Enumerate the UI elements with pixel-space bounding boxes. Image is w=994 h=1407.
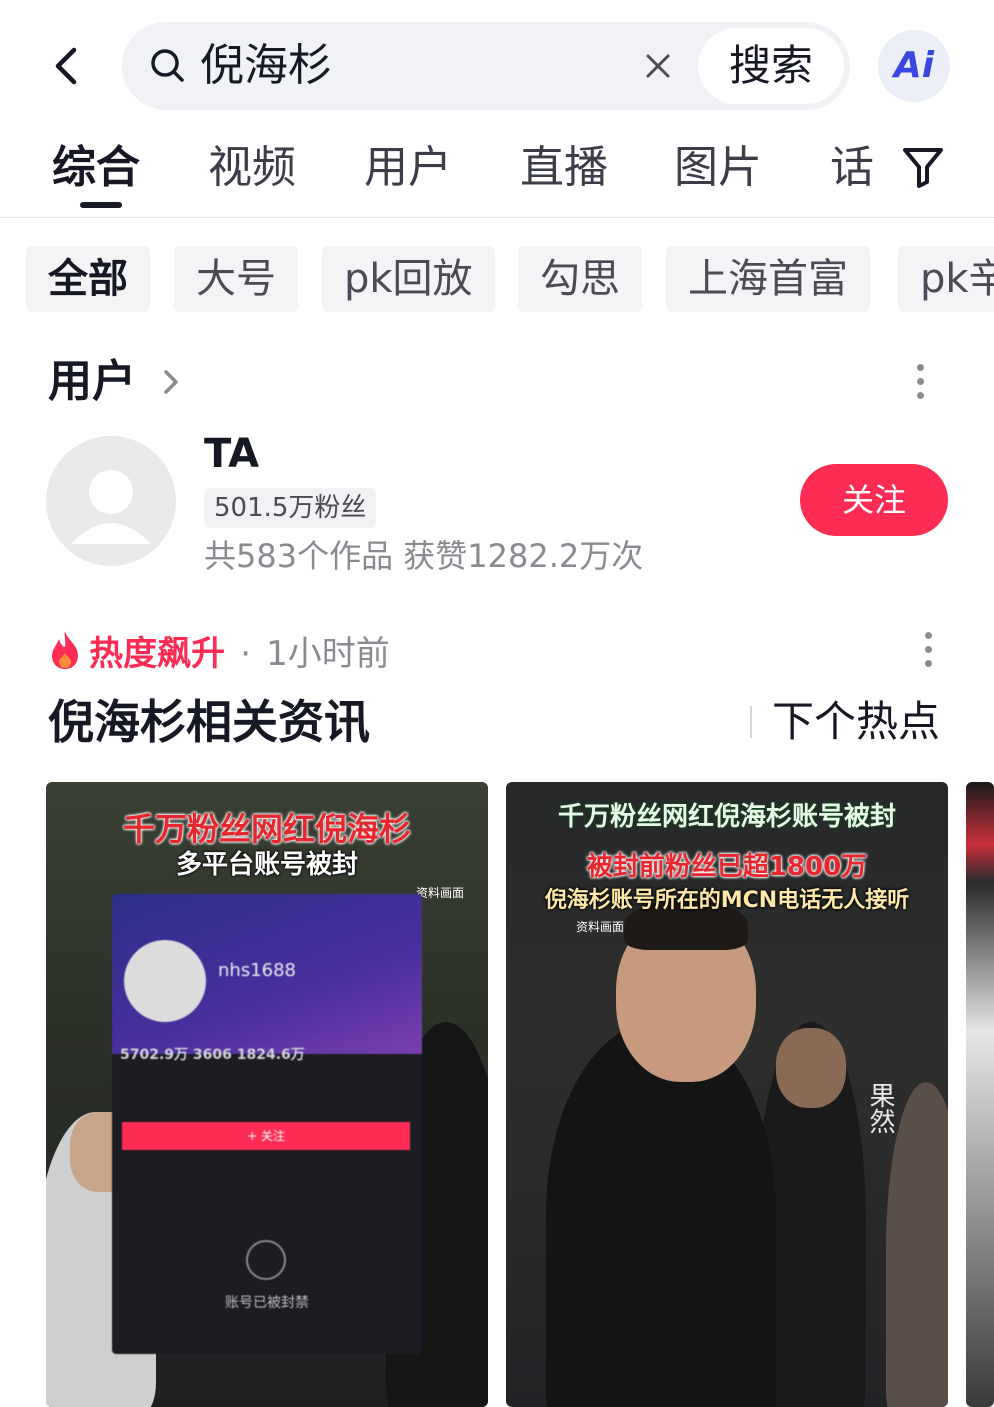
tab-topics[interactable]: 话 xyxy=(830,138,874,198)
video-caption: 多平台账号被封 xyxy=(175,850,358,880)
hot-tag: 热度飙升 xyxy=(89,634,226,674)
source-note: 资料画面 xyxy=(416,886,465,900)
filter-chips: 全部 大号 pk回放 勾思 上海首富 pk辛 xyxy=(0,246,994,312)
clear-icon[interactable] xyxy=(638,46,678,86)
more-vertical-icon[interactable] xyxy=(922,632,934,672)
profile-handle: nhs1688 xyxy=(218,960,297,981)
profile-follow-button: + 关注 xyxy=(122,1122,410,1150)
avatar xyxy=(124,940,206,1022)
active-tab-indicator xyxy=(80,202,122,208)
tab-videos[interactable]: 视频 xyxy=(208,138,296,198)
more-vertical-icon[interactable] xyxy=(914,364,926,404)
search-icon xyxy=(151,49,184,82)
chip-all[interactable]: 全部 xyxy=(26,246,150,312)
next-hot-button[interactable]: 下个热点 xyxy=(772,690,940,754)
back-arrow-icon[interactable] xyxy=(40,38,96,94)
hot-trend-line: 热度飙升 · 1小时前 xyxy=(48,628,390,680)
search-box[interactable]: 倪海杉 搜索 xyxy=(122,22,850,110)
chip-pk-replay[interactable]: pk回放 xyxy=(322,246,495,312)
user-stats: 共583个作品 获赞1282.2万次 xyxy=(204,537,644,575)
chevron-right-icon[interactable] xyxy=(156,364,186,400)
chip-gousi[interactable]: 勾思 xyxy=(518,246,642,312)
avatar[interactable] xyxy=(46,436,176,566)
user-name[interactable]: TA xyxy=(204,426,259,482)
chip-big-account[interactable]: 大号 xyxy=(174,246,298,312)
banned-text: 账号已被封禁 xyxy=(225,1295,309,1311)
video-caption: 倪海杉账号所在的MCN电话无人接听 xyxy=(544,888,910,913)
video-caption: 千万粉丝网红倪海杉账号被封 xyxy=(557,802,896,832)
search-button[interactable]: 搜索 xyxy=(698,28,844,104)
news-section-title[interactable]: 倪海杉相关资讯 xyxy=(48,690,370,754)
chip-shanghai-richest[interactable]: 上海首富 xyxy=(666,246,870,312)
search-tabs: 综合 视频 用户 直播 图片 话 xyxy=(0,130,994,218)
follow-button[interactable]: 关注 xyxy=(800,464,948,536)
top-search-bar: 倪海杉 搜索 Ai xyxy=(0,0,994,130)
video-card[interactable]: 千万粉丝网红倪海杉账号被封 被封前粉丝已超1800万 倪海杉账号所在的MCN电话… xyxy=(506,782,948,1407)
person-figure xyxy=(546,1022,776,1407)
flame-icon xyxy=(52,631,78,669)
video-card[interactable]: 千万粉丝网红倪海杉 多平台账号被封 资料画面 nhs1688 5702.9万 3… xyxy=(46,782,488,1407)
banned-icon xyxy=(246,1240,286,1280)
hot-time: 1小时前 xyxy=(266,634,390,674)
tab-images[interactable]: 图片 xyxy=(674,138,762,198)
profile-screenshot: nhs1688 5702.9万 3606 1824.6万 + 关注 账号已被封禁 xyxy=(112,894,422,1354)
source-note: 资料画面 xyxy=(576,920,625,934)
profile-stats: 5702.9万 3606 1824.6万 xyxy=(120,1047,305,1063)
user-section-title[interactable]: 用户 xyxy=(48,352,136,412)
tab-comprehensive[interactable]: 综合 xyxy=(52,138,140,198)
fans-badge: 501.5万粉丝 xyxy=(204,488,377,528)
ai-button[interactable]: Ai xyxy=(878,30,950,102)
tab-users[interactable]: 用户 xyxy=(364,138,452,198)
filter-icon[interactable] xyxy=(900,144,946,190)
watermark: 果然 xyxy=(865,1082,895,1134)
hot-separator: · xyxy=(240,634,251,674)
video-caption: 被封前粉丝已超1800万 xyxy=(586,852,868,882)
search-input[interactable]: 倪海杉 xyxy=(200,36,332,96)
person-figure xyxy=(776,1028,846,1108)
divider xyxy=(750,706,752,738)
video-card[interactable] xyxy=(966,782,994,1407)
tab-live[interactable]: 直播 xyxy=(520,138,608,198)
chip-pk-more[interactable]: pk辛 xyxy=(898,246,994,312)
